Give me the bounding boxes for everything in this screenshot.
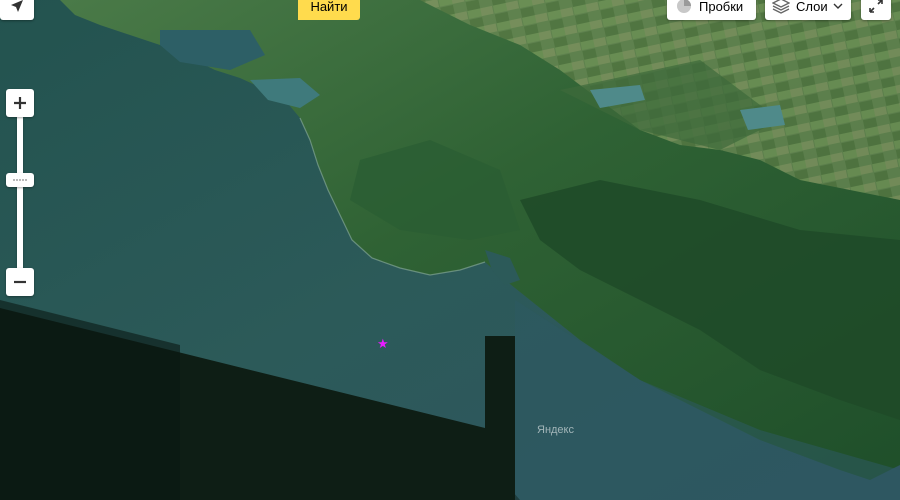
satellite-map[interactable]	[0, 0, 900, 500]
layers-label: Слои	[796, 0, 828, 14]
arrow-icon	[11, 0, 23, 12]
traffic-label: Пробки	[699, 0, 744, 14]
plus-icon	[14, 97, 26, 109]
layers-button[interactable]: Слои	[765, 0, 851, 20]
geolocation-button[interactable]	[0, 0, 34, 20]
zoom-out-button[interactable]	[6, 268, 34, 296]
map-attribution: Яндекс	[537, 424, 574, 436]
chevron-down-icon	[833, 3, 843, 9]
zoom-slider-track[interactable]	[17, 117, 23, 268]
grip-icon	[13, 179, 27, 181]
zoom-slider-handle[interactable]	[6, 173, 34, 187]
traffic-light-icon	[677, 0, 691, 13]
fullscreen-button[interactable]	[861, 0, 891, 20]
minus-icon	[14, 280, 26, 284]
expand-icon	[869, 0, 883, 13]
star-icon[interactable]: ★	[377, 337, 389, 350]
zoom-in-button[interactable]	[6, 89, 34, 117]
layers-icon	[772, 0, 790, 14]
traffic-button[interactable]: Пробки	[667, 0, 756, 20]
find-button[interactable]: Найти	[298, 0, 360, 20]
